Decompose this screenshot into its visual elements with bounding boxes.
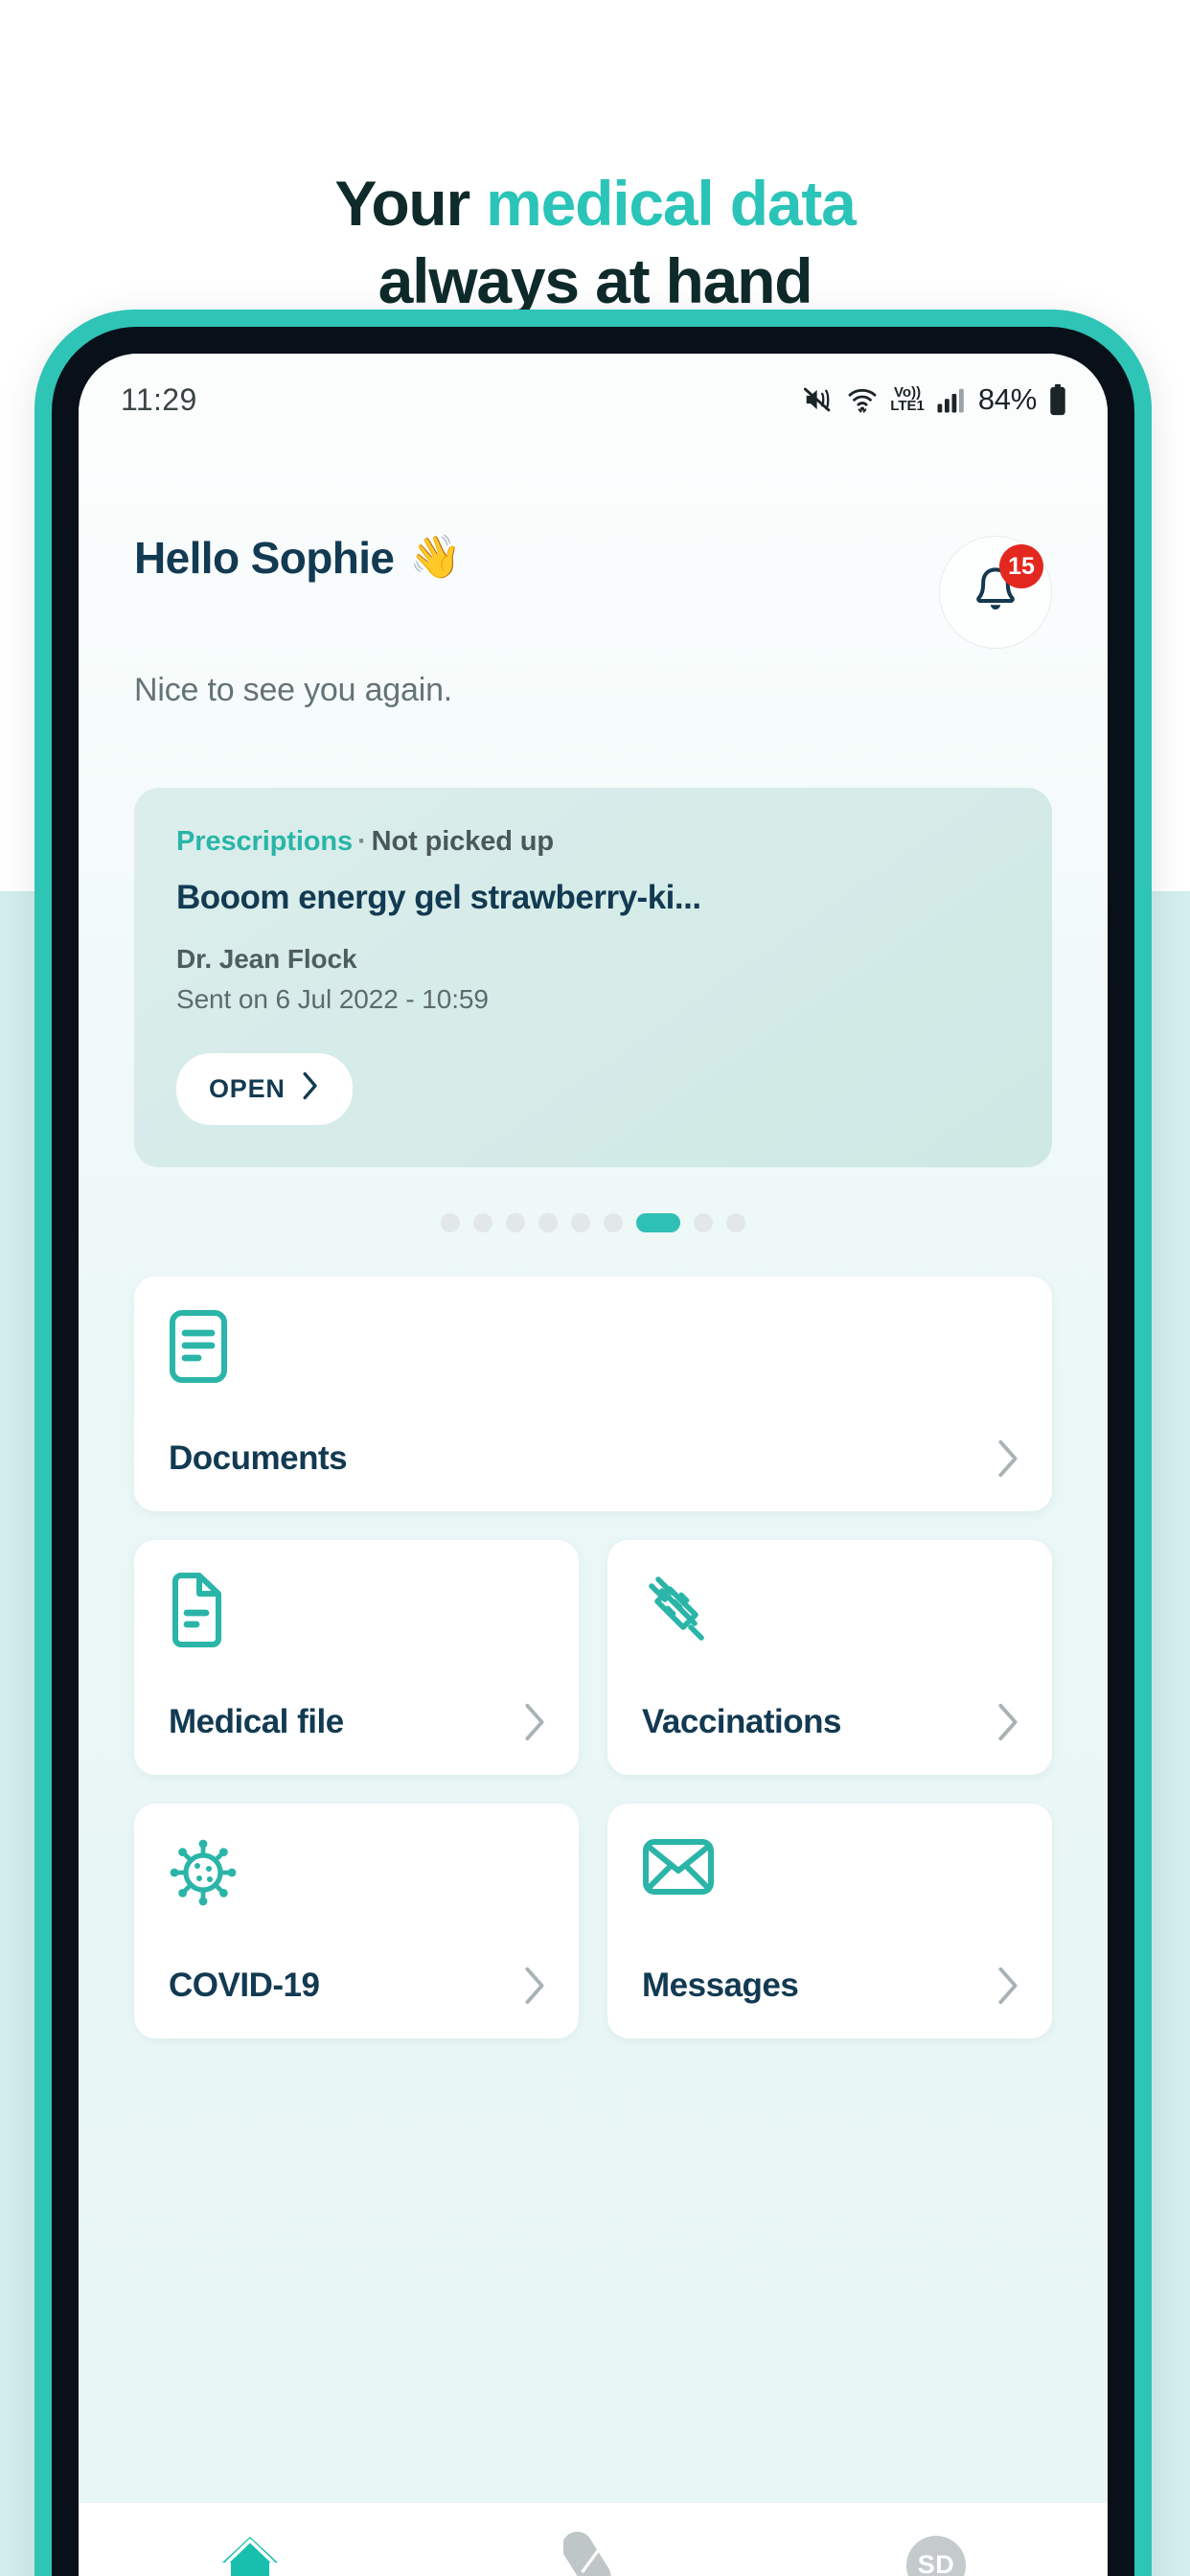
pill-icon (561, 2531, 623, 2576)
virus-icon (169, 1836, 544, 1917)
wifi-icon (846, 385, 879, 414)
meta-separator: · (357, 826, 367, 857)
documents-icon (169, 1309, 1018, 1390)
status-time: 11:29 (121, 381, 197, 417)
headline-accent: medical data (486, 168, 857, 239)
prescription-status: Not picked up (371, 826, 555, 857)
prescription-sent-date: Sent on 6 Jul 2022 - 10:59 (176, 984, 489, 1014)
chevron-right-icon (996, 1966, 1019, 2006)
open-button-label: OPEN (209, 1074, 286, 1103)
tile-label: COVID-19 (169, 1966, 320, 2004)
open-button[interactable]: OPEN (176, 1053, 353, 1125)
tile-footer: Medical file (169, 1702, 546, 1742)
carousel-dot[interactable] (473, 1213, 492, 1232)
tile-label: Vaccinations (642, 1703, 841, 1740)
signal-icon (936, 385, 965, 414)
prescription-card[interactable]: Prescriptions · Not picked up Booom energy… (134, 788, 1052, 1167)
volte-bottom-label: LTE1 (890, 398, 925, 414)
status-bar: 11:29 Vo)) LTE1 84% (79, 354, 1108, 446)
notification-badge: 15 (999, 544, 1043, 588)
notifications-button[interactable]: 15 (939, 536, 1052, 649)
prescription-meta: Prescriptions · Not picked up (176, 826, 1010, 858)
syringe-icon (642, 1573, 1018, 1653)
chevron-right-icon (301, 1071, 320, 1107)
headline-line-2: always at hand (378, 244, 813, 316)
battery-icon (1048, 383, 1067, 416)
chevron-right-icon (996, 1438, 1019, 1479)
chevron-right-icon (523, 1702, 546, 1742)
chevron-right-icon (996, 1702, 1019, 1742)
nav-item-home[interactable] (79, 2533, 422, 2576)
carousel-dot[interactable] (506, 1213, 525, 1232)
tile-label: Medical file (169, 1703, 344, 1740)
carousel-dot[interactable] (441, 1213, 460, 1232)
carousel-dot-active[interactable] (636, 1213, 680, 1232)
medical-file-icon (169, 1573, 544, 1653)
carousel-dot[interactable] (726, 1213, 745, 1232)
chevron-right-icon (523, 1966, 546, 2006)
greeting-text: Hello Sophie (134, 533, 395, 583)
tile-vaccinations[interactable]: Vaccinations (607, 1540, 1052, 1775)
home-icon (218, 2533, 282, 2576)
tile-medical-file[interactable]: Medical file (134, 1540, 579, 1775)
prescription-title: Booom energy gel strawberry-ki... (176, 879, 701, 916)
tile-footer: Messages (642, 1966, 1019, 2006)
carousel-dot[interactable] (538, 1213, 558, 1232)
phone-screen: 11:29 Vo)) LTE1 84% Hello Sophie 👋 15 Ni… (79, 354, 1108, 2576)
carousel-dot[interactable] (694, 1213, 713, 1232)
tile-documents[interactable]: Documents (134, 1276, 1052, 1511)
app-body: Hello Sophie 👋 15 Nice to see you again.… (79, 446, 1108, 2576)
phone-frame: 11:29 Vo)) LTE1 84% Hello Sophie 👋 15 Ni… (34, 310, 1152, 2576)
tile-row-2: COVID-19 Messages (134, 1804, 1052, 2038)
tile-footer: COVID-19 (169, 1966, 546, 2006)
carousel-dot[interactable] (604, 1213, 623, 1232)
phone-bezel: 11:29 Vo)) LTE1 84% Hello Sophie 👋 15 Ni… (52, 327, 1134, 2576)
tile-label: Messages (642, 1966, 799, 2004)
tile-label: Documents (169, 1439, 348, 1477)
greeting-row: Hello Sophie 👋 15 (79, 446, 1108, 649)
headline-part-1: Your (334, 168, 487, 239)
status-icons: Vo)) LTE1 84% (802, 382, 1067, 417)
carousel-dot[interactable] (571, 1213, 590, 1232)
promo-screenshot: Your medical data always at hand 11:29 V… (0, 0, 1190, 2576)
bottom-navigation: SD (79, 2502, 1108, 2576)
tile-messages[interactable]: Messages (607, 1804, 1052, 2038)
tile-footer: Documents (169, 1438, 1019, 1479)
nav-item-profile[interactable]: SD (765, 2535, 1108, 2576)
tile-covid-19[interactable]: COVID-19 (134, 1804, 579, 2038)
prescription-doctor: Dr. Jean Flock (176, 944, 357, 974)
volte-icon: Vo)) LTE1 (890, 385, 925, 414)
page-title: Hello Sophie 👋 (134, 532, 462, 584)
carousel-pagination[interactable] (79, 1213, 1108, 1232)
promo-headline: Your medical data always at hand (0, 165, 1190, 319)
greeting-subtitle: Nice to see you again. (134, 672, 453, 708)
envelope-icon (642, 1836, 1018, 1917)
nav-item-medication[interactable] (422, 2531, 765, 2576)
mute-icon (802, 385, 835, 414)
battery-percent-label: 84% (977, 382, 1037, 416)
tile-row-1: Medical file Vaccinations (134, 1540, 1052, 1775)
waving-hand-icon: 👋 (409, 534, 462, 581)
avatar: SD (906, 2535, 966, 2576)
shortcut-tiles: Documents Medical file Vaccinations COVI… (134, 1276, 1052, 2038)
prescription-category: Prescriptions (176, 826, 354, 857)
tile-footer: Vaccinations (642, 1702, 1019, 1742)
